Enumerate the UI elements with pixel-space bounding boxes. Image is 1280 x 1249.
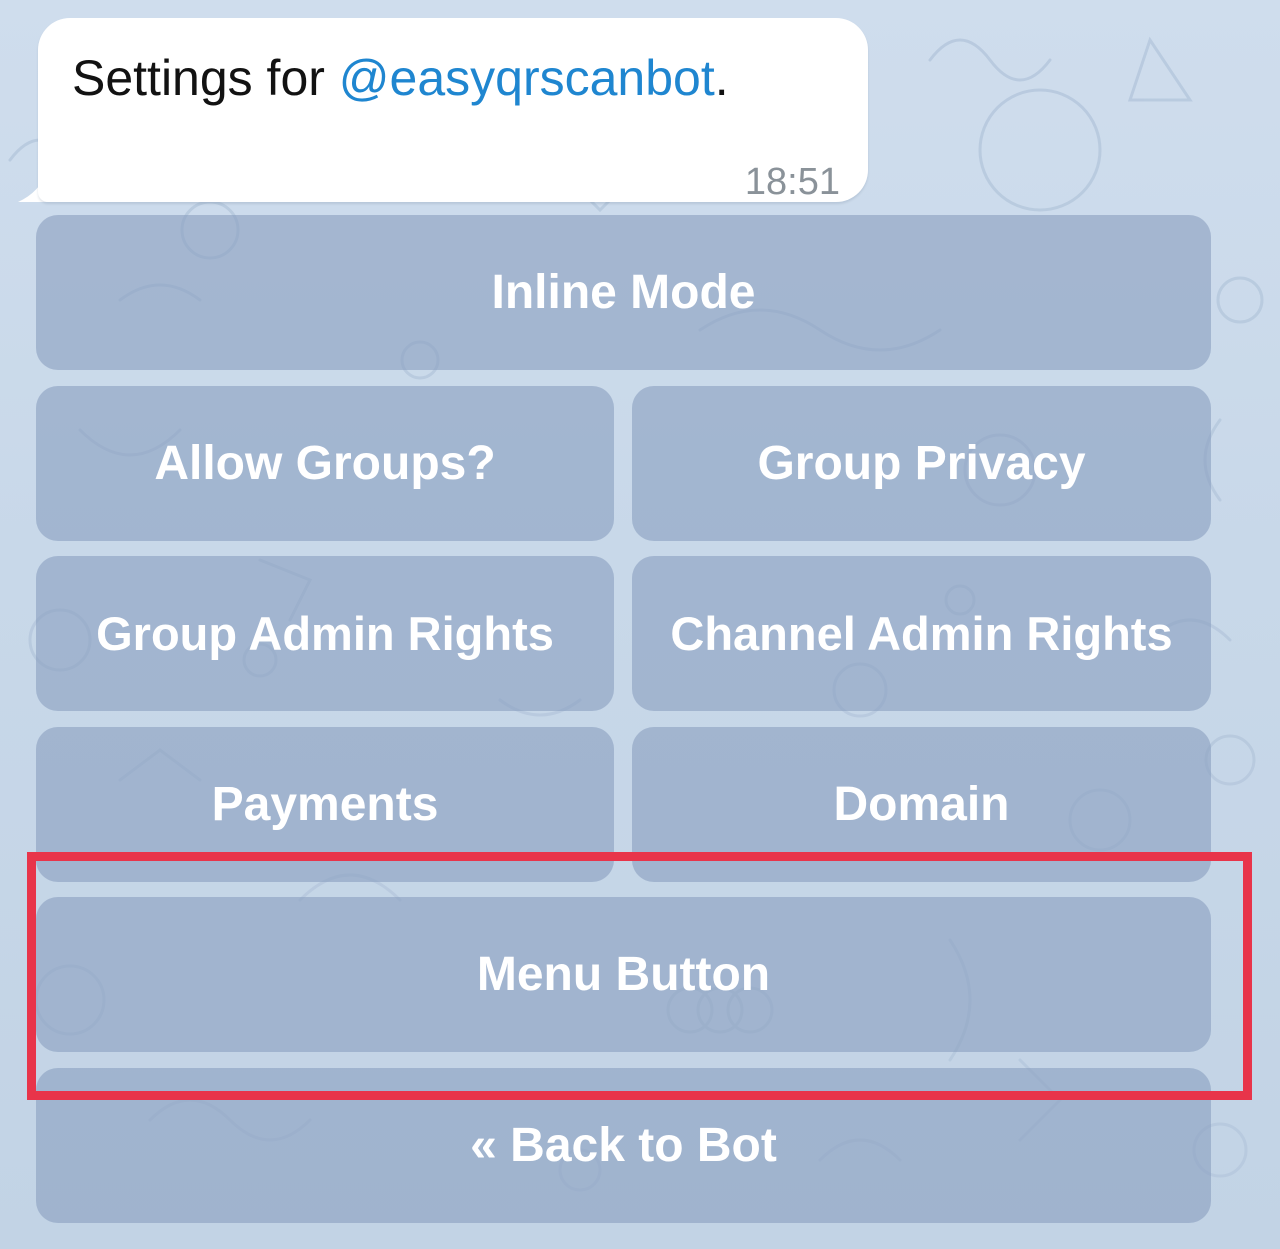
inline-mode-button[interactable]: Inline Mode bbox=[36, 215, 1211, 370]
group-privacy-label: Group Privacy bbox=[757, 437, 1086, 490]
payments-button[interactable]: Payments bbox=[36, 727, 614, 882]
message-prefix: Settings for bbox=[72, 50, 339, 106]
menu-button-label: Menu Button bbox=[476, 948, 771, 1001]
bot-message-bubble: Settings for @easyqrscanbot. 18:51 bbox=[38, 18, 868, 203]
payments-label: Payments bbox=[211, 778, 439, 831]
group-admin-rights-button[interactable]: Group Admin Rights bbox=[36, 556, 614, 711]
domain-button[interactable]: Domain bbox=[632, 727, 1211, 882]
message-suffix: . bbox=[714, 50, 729, 106]
allow-groups-button[interactable]: Allow Groups? bbox=[36, 386, 614, 541]
message-timestamp: 18:51 bbox=[744, 161, 840, 203]
chat-background: Settings for @easyqrscanbot. 18:51 Inlin… bbox=[0, 0, 1280, 1249]
inline-mode-label: Inline Mode bbox=[491, 266, 756, 319]
group-admin-rights-label: Group Admin Rights bbox=[96, 607, 554, 660]
back-to-bot-button[interactable]: « Back to Bot bbox=[36, 1068, 1211, 1223]
bot-mention-link[interactable]: @easyqrscanbot bbox=[339, 50, 715, 106]
allow-groups-label: Allow Groups? bbox=[154, 437, 496, 490]
menu-button[interactable]: Menu Button bbox=[36, 897, 1211, 1052]
group-privacy-button[interactable]: Group Privacy bbox=[632, 386, 1211, 541]
channel-admin-rights-button[interactable]: Channel Admin Rights bbox=[632, 556, 1211, 711]
back-to-bot-label: « Back to Bot bbox=[470, 1119, 777, 1172]
message-text: Settings for @easyqrscanbot. bbox=[72, 48, 729, 108]
channel-admin-rights-label: Channel Admin Rights bbox=[670, 607, 1173, 660]
domain-label: Domain bbox=[833, 778, 1010, 831]
